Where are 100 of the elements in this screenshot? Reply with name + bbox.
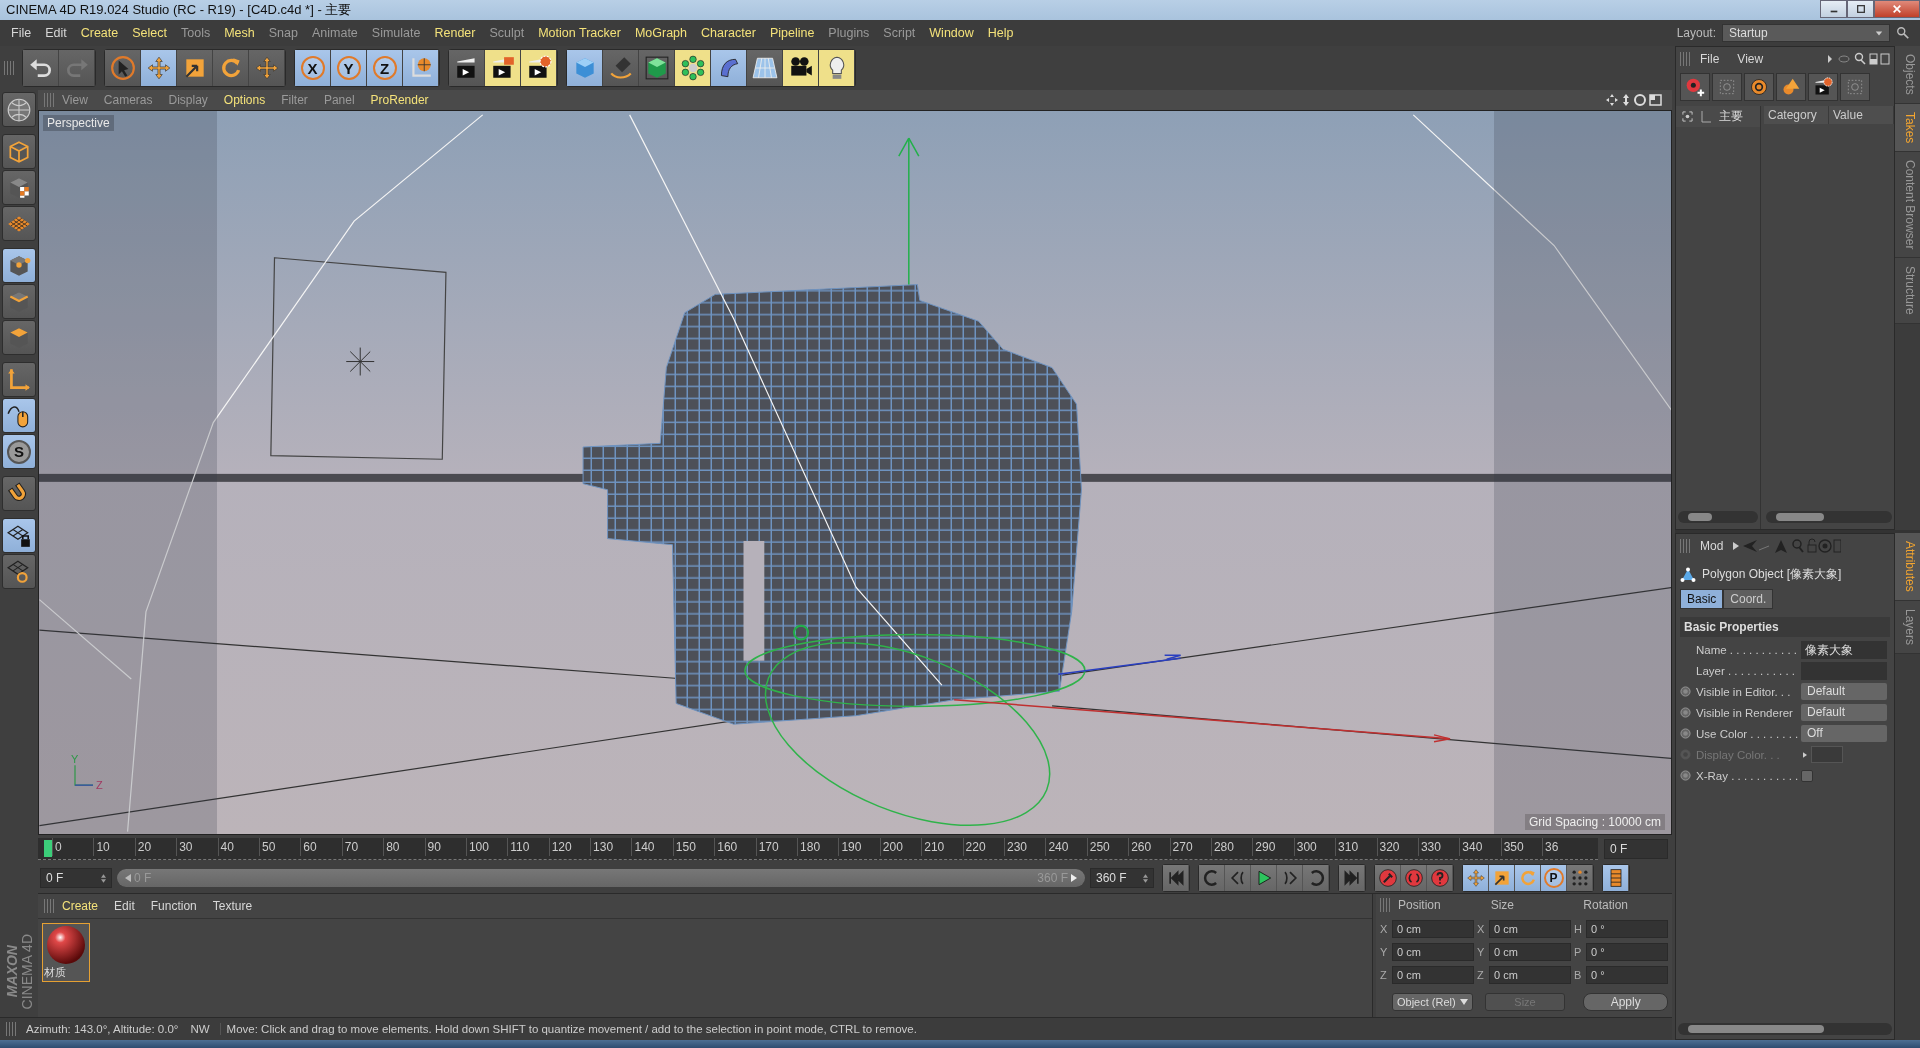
panel-grip[interactable] [44,93,54,107]
tool-button[interactable] [2,284,36,319]
current-frame-field[interactable]: 0 F [1604,839,1668,859]
toolbar-button[interactable] [23,50,59,86]
x-axis-arrow[interactable] [953,699,1451,743]
menu-item[interactable]: Pipeline [762,26,822,40]
tool-button[interactable] [2,206,36,241]
take-tool-button[interactable] [1808,73,1838,101]
menu-item[interactable]: Texture [204,899,261,913]
playback-button[interactable] [1225,865,1251,891]
column-header[interactable]: Value [1829,106,1894,124]
playback-button[interactable] [1463,865,1489,891]
maximize-button[interactable] [1847,0,1874,18]
toolbar-button[interactable] [567,50,603,86]
position-field[interactable]: 0 cm [1392,943,1474,961]
toolbar-button[interactable] [819,50,855,86]
playback-button[interactable] [1277,865,1303,891]
menu-item[interactable]: Create [54,899,107,913]
toolbar-button[interactable] [449,50,485,86]
menu-item[interactable]: Tools [174,26,218,40]
menu-item[interactable]: Motion Tracker [531,26,628,40]
text-field[interactable]: 像素大象 [1801,640,1887,659]
side-tab[interactable]: Attributes [1895,533,1920,601]
layout-dropdown[interactable]: Startup [1722,24,1890,42]
minimize-button[interactable] [1820,0,1847,18]
menu-item[interactable]: Plugins [821,26,877,40]
end-frame-field[interactable]: 360 F [1090,868,1154,888]
playback-button[interactable] [1303,865,1329,891]
caret-icon[interactable] [1733,542,1740,550]
mode-menu[interactable]: Mod [1692,539,1732,553]
tool-button[interactable] [2,170,36,205]
rotation-ring[interactable] [744,633,1086,708]
start-frame-field[interactable]: 0 F [40,868,112,888]
menu-item[interactable]: Sculpt [482,26,532,40]
playback-button[interactable] [1199,865,1225,891]
tool-button[interactable] [2,398,36,433]
toolbar-button[interactable] [747,50,783,86]
keyframe-icon[interactable] [1680,707,1691,718]
menu-item[interactable]: View [1729,52,1772,66]
position-field[interactable]: 0 cm [1392,966,1474,984]
menu-item[interactable]: Edit [106,899,143,913]
keyframe-icon[interactable] [1680,686,1691,697]
object-axis-handle[interactable] [793,624,810,641]
tool-button[interactable] [2,320,36,355]
menu-item[interactable]: Help [980,26,1021,40]
scrollbar[interactable] [1678,1023,1892,1035]
menu-item[interactable]: Character [694,26,763,40]
camera-object-drawing[interactable] [270,257,447,460]
attribute-tab[interactable]: Coord. [1723,589,1774,609]
scrollbar[interactable] [1766,511,1892,523]
menu-item[interactable]: Create [73,26,126,40]
search-icon[interactable] [1896,26,1910,40]
checkbox[interactable] [1801,769,1813,782]
menu-item[interactable]: Script [876,26,923,40]
menu-item[interactable]: Snap [261,26,305,40]
menu-item[interactable]: MoGraph [627,26,694,40]
axis-toggle-button[interactable]: X [295,50,331,86]
close-button[interactable] [1874,0,1920,18]
mesh-drawing[interactable] [582,284,1082,725]
dropdown[interactable]: Default [1801,683,1887,700]
menu-item[interactable]: Options [215,93,274,107]
menu-item[interactable]: File [4,26,39,40]
position-field[interactable]: 0 cm [1392,920,1474,938]
playback-button[interactable]: P [1541,865,1567,891]
tool-button[interactable]: S [2,434,36,469]
menu-item[interactable]: Mesh [217,26,262,40]
rotation-field[interactable]: 0 ° [1586,920,1668,938]
playback-button[interactable] [1515,865,1541,891]
focus-icon[interactable] [1682,111,1693,122]
tool-button[interactable] [2,554,36,589]
toolbar-button[interactable] [675,50,711,86]
column-header[interactable]: Category [1764,106,1829,124]
playback-button[interactable] [1375,865,1401,891]
toolbar-button[interactable] [485,50,521,86]
dropdown[interactable]: Off [1801,725,1887,742]
attribute-tab[interactable]: Basic [1680,589,1724,609]
menu-item[interactable]: Animate [304,26,365,40]
playback-button[interactable] [1567,865,1593,891]
size-field[interactable]: 0 cm [1489,920,1571,938]
toolbar-button[interactable] [639,50,675,86]
axis-toggle-button[interactable]: Y [331,50,367,86]
tool-button[interactable] [2,248,36,283]
menu-item[interactable]: Render [427,26,483,40]
menu-item[interactable]: Select [125,26,174,40]
size-field[interactable]: 0 cm [1489,966,1571,984]
material-swatch[interactable]: 材质 [42,923,90,982]
menu-item[interactable]: Edit [38,26,74,40]
menu-item[interactable]: Window [922,26,981,40]
menu-item[interactable]: ProRender [362,93,437,107]
rotation-ring[interactable] [764,641,1051,827]
keyframe-icon[interactable] [1680,770,1691,781]
rotation-field[interactable]: 0 ° [1586,966,1668,984]
tool-button[interactable] [2,362,36,397]
playback-button[interactable] [1401,865,1427,891]
toolbar-button[interactable] [521,50,557,86]
axis-toggle-button[interactable]: Z [367,50,403,86]
playback-button[interactable] [1427,865,1453,891]
menu-item[interactable]: File [1692,52,1728,66]
scrollbar[interactable] [1678,511,1758,523]
tool-button[interactable] [2,92,36,127]
